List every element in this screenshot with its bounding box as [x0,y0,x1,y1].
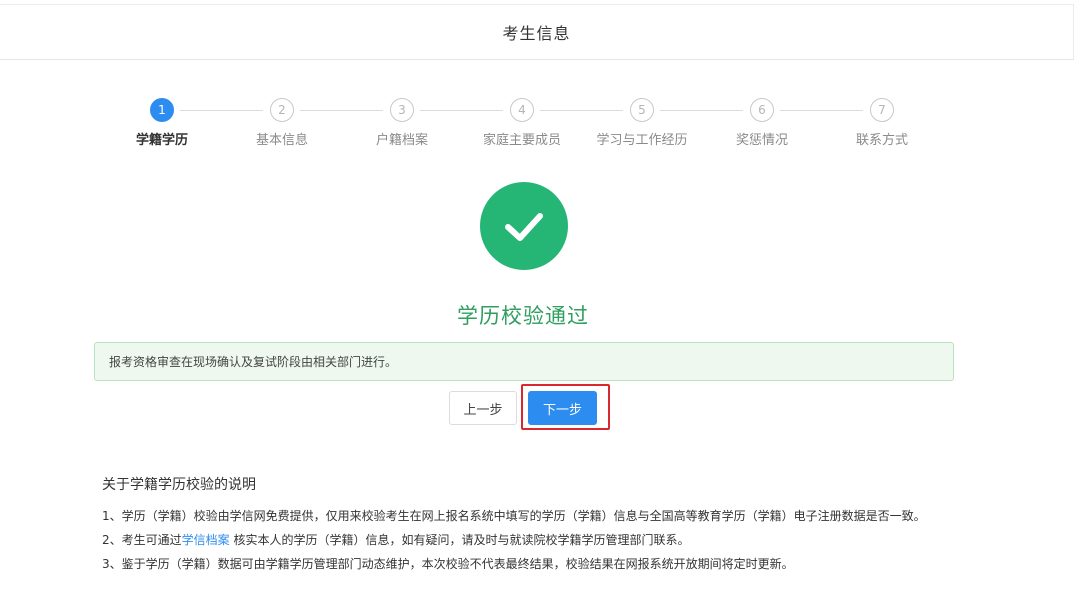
step-number: 1 [150,98,174,122]
explanation-text: 2、考生可通过 [102,533,182,547]
step-item-7[interactable]: 7 联系方式 [822,96,942,148]
prev-step-button[interactable]: 上一步 [449,391,517,425]
explanation-text: 核实本人的学历（学籍）信息，如有疑问，请及时与就读院校学籍学历管理部门联系。 [229,533,690,547]
step-number: 6 [750,98,774,122]
check-circle-icon [480,182,568,270]
step-number: 5 [630,98,654,122]
step-number: 2 [270,98,294,122]
highlight-box [521,384,610,430]
notice-alert: 报考资格审查在现场确认及复试阶段由相关部门进行。 [94,342,954,381]
step-label: 基本信息 [255,133,308,148]
explanation-title: 关于学籍学历校验的说明 [102,477,256,493]
xuexin-archive-link[interactable]: 学信档案 [182,533,230,547]
explanation-item: 1、学历（学籍）校验由学信网免费提供，仅用来校验考生在网上报名系统中填写的学历（… [102,509,926,523]
step-label: 户籍档案 [375,133,428,148]
step-item-4[interactable]: 4 家庭主要成员 [462,96,582,148]
step-number: 7 [870,98,894,122]
step-label: 学习与工作经历 [596,133,688,148]
step-label: 学籍学历 [135,133,188,148]
step-item-2[interactable]: 2 基本信息 [222,96,342,148]
explanation-item: 2、考生可通过学信档案 核实本人的学历（学籍）信息，如有疑问，请及时与就读院校学… [102,528,962,552]
result-title: 学历校验通过 [457,304,589,328]
step-item-6[interactable]: 6 奖惩情况 [702,96,822,148]
explanation-section: 关于学籍学历校验的说明 1、学历（学籍）校验由学信网免费提供，仅用来校验考生在网… [102,474,962,576]
step-item-3[interactable]: 3 户籍档案 [342,96,462,148]
page-header: 考生信息 [0,4,1074,60]
page-title: 考生信息 [502,24,571,43]
step-number: 3 [390,98,414,122]
step-label: 奖惩情况 [735,133,788,148]
step-item-1[interactable]: 1 学籍学历 [102,96,222,148]
step-item-5[interactable]: 5 学习与工作经历 [582,96,702,148]
step-label: 联系方式 [855,133,908,148]
step-label: 家庭主要成员 [482,133,561,148]
explanation-item: 3、鉴于学历（学籍）数据可由学籍学历管理部门动态维护，本次校验不代表最终结果，校… [102,557,794,571]
step-progress: 1 学籍学历 2 基本信息 3 户籍档案 4 家庭主要成员 5 学习与工作经历 … [0,96,1080,156]
step-number: 4 [510,98,534,122]
